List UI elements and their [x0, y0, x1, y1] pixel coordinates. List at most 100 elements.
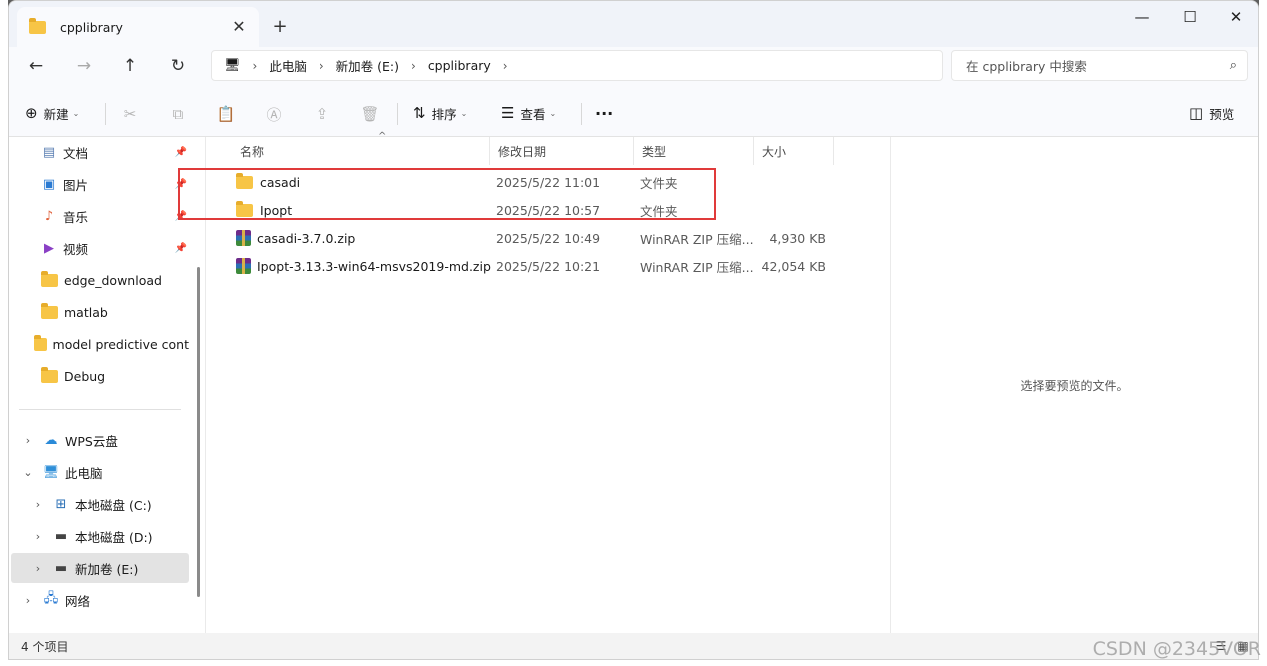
file-row[interactable]: casadi-3.7.0.zip 2025/5/22 10:49 WinRAR … [214, 224, 834, 252]
sort-label: 排序 [431, 106, 457, 122]
nav-item-this-pc[interactable]: ⌄ 🖥 此电脑 [11, 457, 189, 487]
paste-icon[interactable]: 📋 [213, 101, 239, 127]
chevron-right-icon[interactable]: › [31, 530, 45, 543]
nav-item-matlab[interactable]: matlab [11, 297, 189, 327]
nav-item-pictures[interactable]: ▣ 图片 📌 [11, 169, 189, 199]
up-button[interactable]: ↑ [113, 51, 147, 81]
nav-scrollbar[interactable] [197, 267, 200, 597]
forward-button[interactable]: → [67, 51, 101, 81]
nav-item-wps-cloud[interactable]: › ☁ WPS云盘 [11, 425, 189, 455]
nav-item-label: edge_download [64, 272, 162, 288]
tab-cpplibrary[interactable]: cpplibrary ✕ [17, 7, 259, 47]
pictures-icon: ▣ [42, 176, 56, 192]
nav-item-drive-e[interactable]: › ▬ 新加卷 (E:) [11, 553, 189, 583]
column-header-modified[interactable]: 修改日期 [490, 137, 634, 165]
sort-ascending-icon: ^ [378, 131, 387, 142]
copy-icon[interactable]: ⧉ [165, 101, 191, 127]
more-options-button[interactable]: ··· [595, 99, 613, 127]
folder-icon [41, 270, 58, 287]
file-row[interactable]: Ipopt-3.13.3-win64-msvs2019-md.zip 2025/… [214, 252, 834, 280]
column-header-name[interactable]: ^ 名称 [232, 131, 490, 165]
nav-item-label: Debug [64, 368, 106, 384]
pin-icon[interactable]: 📌 [175, 147, 187, 158]
nav-item-videos[interactable]: ▶ 视频 📌 [11, 233, 189, 263]
close-window-button[interactable]: ✕ [1213, 1, 1258, 33]
chevron-right-icon[interactable]: › [21, 434, 35, 447]
folder-icon [33, 334, 47, 351]
chevron-right-icon[interactable]: › [411, 59, 416, 73]
chevron-right-icon[interactable]: › [31, 498, 45, 511]
file-type: WinRAR ZIP 压缩... [640, 259, 754, 275]
cut-icon[interactable]: ✂ [117, 101, 143, 127]
pin-icon[interactable]: 📌 [175, 243, 187, 254]
navigation-pane: ▤ 文档 📌 ▣ 图片 📌 ♪ 音乐 📌 ▶ 视频 📌 edge_downloa… [9, 137, 205, 633]
delete-icon[interactable]: 🗑 [357, 101, 383, 127]
nav-item-edge-download[interactable]: edge_download [11, 265, 189, 295]
file-name-cell: casadi-3.7.0.zip [236, 224, 355, 252]
maximize-button[interactable]: ☐ [1167, 1, 1213, 33]
videos-icon: ▶ [44, 240, 54, 256]
nav-item-label: 图片 [63, 177, 89, 193]
file-name-cell: Ipopt-3.13.3-win64-msvs2019-md.zip [236, 252, 491, 280]
address-row: ← → ↑ ↻ 🖥 › 此电脑 › 新加卷 (E:) › cpplibrary … [9, 47, 1258, 87]
search-placeholder: 在 cpplibrary 中搜索 [966, 59, 1087, 74]
chevron-right-icon[interactable]: › [21, 594, 35, 607]
chevron-down-icon[interactable]: ⌄ [21, 466, 35, 479]
toolbar-divider [581, 103, 582, 125]
drive-icon: ▬ [54, 528, 68, 544]
computer-icon: 🖥 [42, 464, 60, 480]
chevron-right-icon[interactable]: › [503, 59, 508, 73]
chevron-down-icon: ⌄ [72, 108, 80, 118]
new-button[interactable]: ⊕ 新建 ⌄ [25, 99, 79, 127]
address-bar[interactable]: 🖥 › 此电脑 › 新加卷 (E:) › cpplibrary › [211, 50, 943, 81]
network-icon: 🖧 [43, 591, 59, 606]
watermark: CSDN @2345VOR [1092, 638, 1261, 660]
folder-icon [29, 17, 46, 34]
command-bar: ⊕ 新建 ⌄ ✂ ⧉ 📋 Ⓐ ⇪ 🗑 ⇅ 排序 ⌄ ☰ 查看 ⌄ ··· ◫ 预… [9, 87, 1258, 137]
nav-item-debug[interactable]: Debug [11, 361, 189, 391]
column-header-label: 大小 [762, 144, 787, 159]
file-explorer-window: cpplibrary ✕ + — ☐ ✕ ← → ↑ ↻ 🖥 › 此电脑 › 新… [8, 0, 1259, 660]
view-button[interactable]: ☰ 查看 ⌄ [501, 99, 556, 127]
back-button[interactable]: ← [19, 51, 53, 81]
nav-divider [19, 409, 181, 410]
plus-circle-icon: ⊕ [25, 104, 38, 122]
preview-pane-button[interactable]: ◫ 预览 [1189, 99, 1234, 127]
nav-item-network[interactable]: › 🖧 网络 [11, 585, 189, 615]
nav-item-drive-d[interactable]: › ▬ 本地磁盘 (D:) [11, 521, 189, 551]
refresh-button[interactable]: ↻ [161, 51, 195, 81]
column-header-label: 修改日期 [498, 144, 547, 159]
chevron-right-icon[interactable]: › [31, 562, 45, 575]
nav-item-model-predictive[interactable]: model predictive cont [11, 329, 189, 359]
view-list-icon: ☰ [501, 104, 515, 122]
preview-label: 预览 [1209, 106, 1235, 122]
breadcrumb-drive-e[interactable]: 新加卷 (E:) [336, 56, 399, 75]
background-page [0, 660, 1267, 666]
view-label: 查看 [520, 106, 546, 122]
nav-item-label: 新加卷 (E:) [75, 561, 139, 577]
minimize-button[interactable]: — [1119, 1, 1165, 33]
nav-item-drive-c[interactable]: › ⊞ 本地磁盘 (C:) [11, 489, 189, 519]
column-header-size[interactable]: 大小 [754, 137, 834, 165]
toolbar-divider [397, 103, 398, 125]
search-input[interactable]: 在 cpplibrary 中搜索 ⌕ [951, 50, 1248, 81]
file-modified: 2025/5/22 10:49 [496, 230, 601, 246]
sort-button[interactable]: ⇅ 排序 ⌄ [413, 99, 467, 127]
file-name: Ipopt-3.13.3-win64-msvs2019-md.zip [257, 258, 491, 274]
chevron-right-icon[interactable]: › [319, 59, 324, 73]
share-icon[interactable]: ⇪ [309, 101, 335, 127]
drive-icon: ▬ [54, 560, 68, 576]
nav-item-label: matlab [64, 304, 108, 320]
rename-icon[interactable]: Ⓐ [261, 101, 287, 127]
nav-item-label: 音乐 [63, 209, 89, 225]
nav-item-label: 视频 [63, 241, 89, 257]
new-tab-button[interactable]: + [267, 13, 293, 39]
tab-title: cpplibrary [60, 19, 123, 35]
close-tab-icon[interactable]: ✕ [229, 16, 249, 36]
breadcrumb-cpplibrary[interactable]: cpplibrary [428, 58, 491, 73]
nav-item-documents[interactable]: ▤ 文档 📌 [11, 137, 189, 167]
nav-item-music[interactable]: ♪ 音乐 📌 [11, 201, 189, 231]
column-header-type[interactable]: 类型 [634, 137, 754, 165]
breadcrumb-this-pc[interactable]: 此电脑 [269, 56, 307, 75]
file-type: WinRAR ZIP 压缩... [640, 231, 754, 247]
